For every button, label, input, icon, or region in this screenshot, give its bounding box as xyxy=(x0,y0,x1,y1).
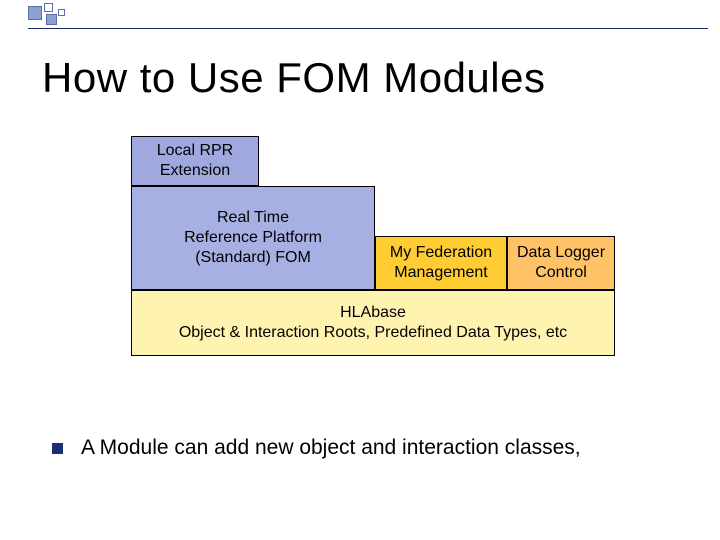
accent-square xyxy=(28,6,42,20)
block-local-rpr-extension: Local RPRExtension xyxy=(131,136,259,186)
block-realtime-ref-fom: Real TimeReference Platform(Standard) FO… xyxy=(131,186,375,290)
block-my-federation-mgmt: My FederationManagement xyxy=(375,236,507,290)
accent-square xyxy=(58,9,65,16)
bullet-icon xyxy=(52,443,63,454)
bullet-text: A Module can add new object and interact… xyxy=(81,436,581,460)
slide-top-accent xyxy=(0,0,720,30)
accent-square xyxy=(46,14,57,25)
accent-square xyxy=(44,3,53,12)
slide-title: How to Use FOM Modules xyxy=(42,54,545,102)
block-data-logger-control: Data LoggerControl xyxy=(507,236,615,290)
fom-modules-diagram: Local RPRExtension Real TimeReference Pl… xyxy=(125,136,615,396)
title-rule xyxy=(28,28,708,29)
block-hlabase: HLAbaseObject & Interaction Roots, Prede… xyxy=(131,290,615,356)
bullet-item: A Module can add new object and interact… xyxy=(52,436,680,460)
